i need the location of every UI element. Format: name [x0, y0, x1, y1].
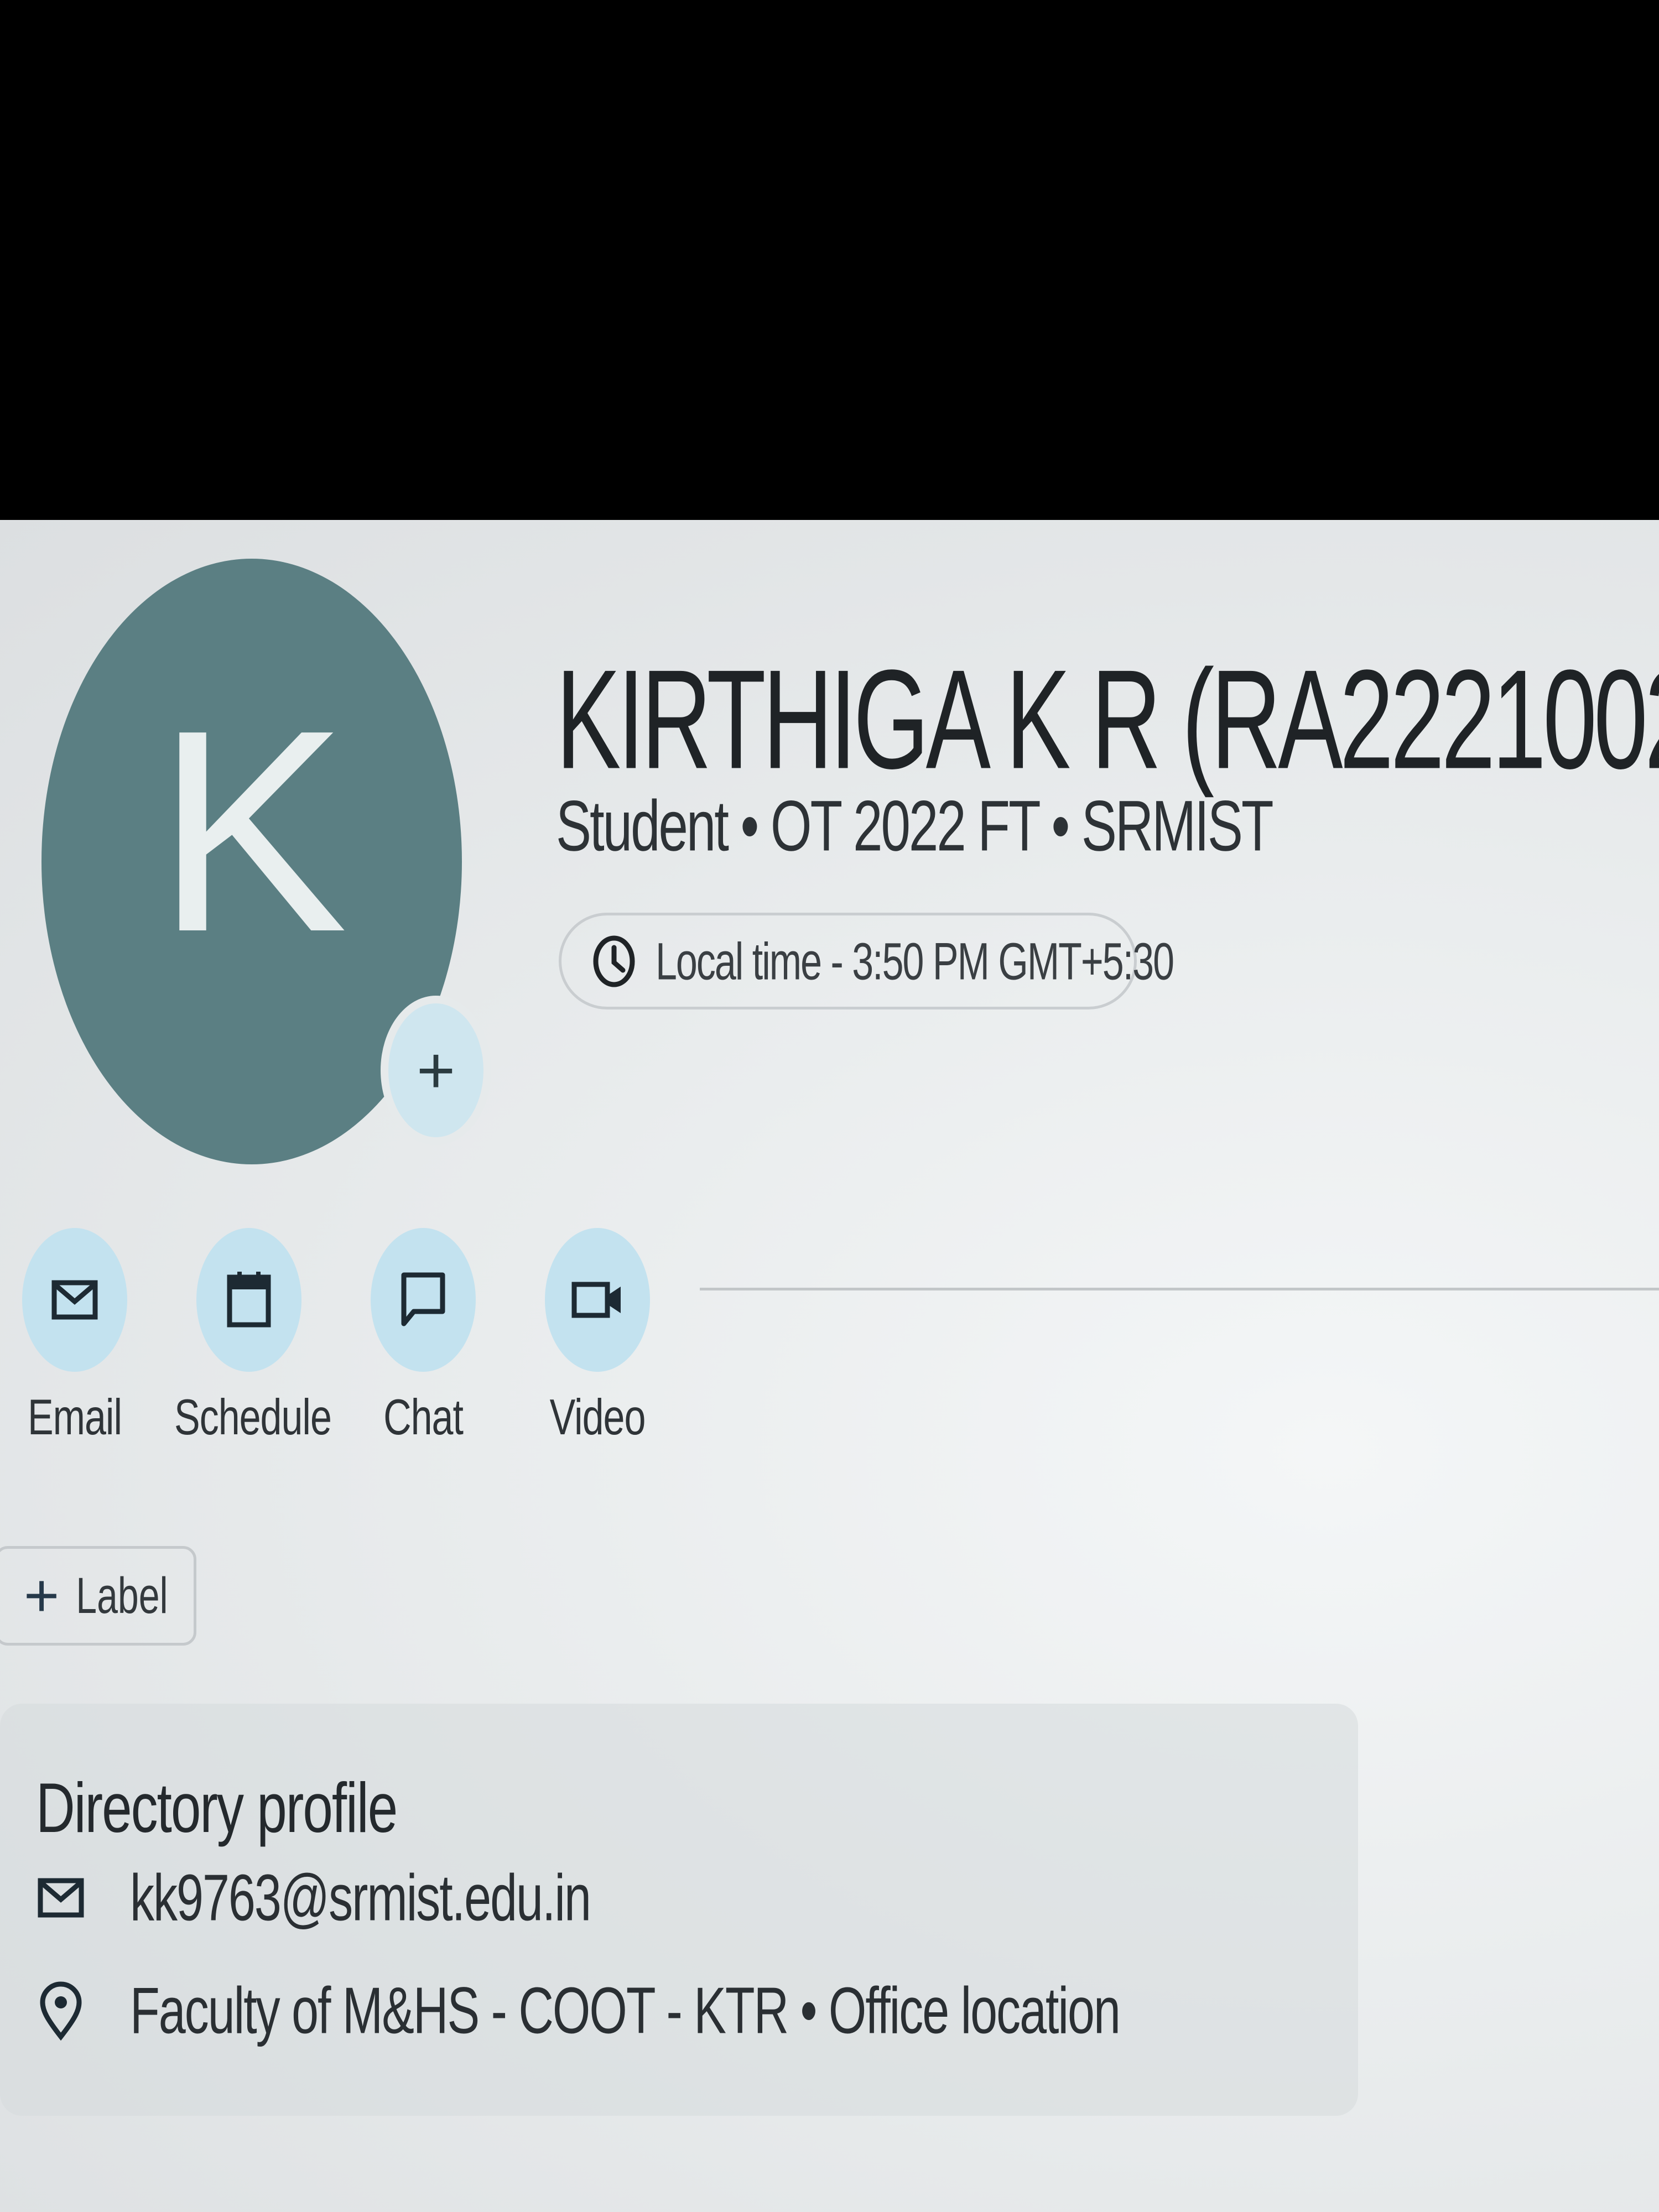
schedule-action-button[interactable] — [196, 1228, 301, 1372]
calendar-icon — [227, 1272, 271, 1328]
email-action-button[interactable] — [22, 1228, 127, 1372]
schedule-action-label: Schedule — [174, 1389, 332, 1445]
black-band — [0, 0, 1659, 520]
contact-card-screen: K + KIRTHIGA K R (RA2221002010018) Stude… — [0, 520, 1659, 2212]
mail-icon — [38, 1878, 84, 1918]
chat-action-button[interactable] — [371, 1228, 476, 1372]
mail-icon — [51, 1280, 98, 1320]
directory-profile-title: Directory profile — [36, 1768, 398, 1847]
video-action-button[interactable] — [545, 1228, 650, 1372]
email-action-label: Email — [27, 1389, 122, 1445]
plus-icon: + — [24, 1562, 60, 1630]
video-action-label: Video — [549, 1389, 646, 1445]
email-action[interactable]: Email — [22, 1228, 144, 1460]
directory-email-row[interactable]: kk9763@srmist.edu.in — [36, 1861, 591, 1934]
add-label-button[interactable]: + Label — [0, 1546, 196, 1646]
local-time-text: Local time - 3:50 PM GMT+5:30 — [656, 931, 1174, 991]
schedule-action[interactable]: Schedule — [174, 1228, 332, 1460]
location-pin-icon — [40, 1981, 82, 2041]
avatar[interactable]: K + — [41, 559, 491, 1164]
add-label-text: Label — [76, 1567, 168, 1625]
directory-location: Faculty of M&HS - COOT - KTR • Office lo… — [130, 1973, 1121, 2048]
directory-email[interactable]: kk9763@srmist.edu.in — [130, 1860, 591, 1936]
clock-icon — [593, 935, 635, 987]
local-time-chip: Local time - 3:50 PM GMT+5:30 — [559, 913, 1174, 1009]
chat-icon — [401, 1272, 445, 1326]
contact-name: KIRTHIGA K R (RA2221002010018) — [556, 641, 1659, 799]
chat-action[interactable]: Chat — [371, 1228, 492, 1460]
divider — [700, 1288, 1659, 1290]
directory-location-row: Faculty of M&HS - COOT - KTR • Office lo… — [36, 1974, 1121, 2047]
add-photo-button[interactable]: + — [381, 996, 491, 1145]
video-action[interactable]: Video — [545, 1228, 667, 1460]
video-icon — [571, 1282, 621, 1318]
contact-subtitle: Student • OT 2022 FT • SRMIST — [556, 786, 1274, 866]
chat-action-label: Chat — [383, 1389, 464, 1445]
